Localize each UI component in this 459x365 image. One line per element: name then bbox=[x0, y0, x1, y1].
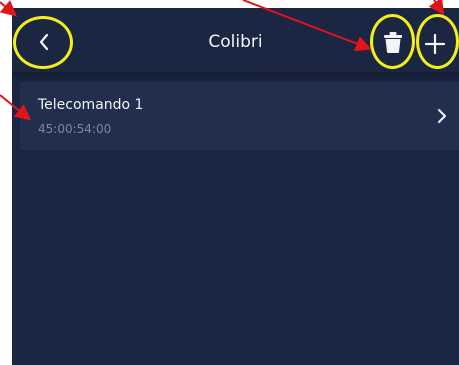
remote-name: Telecomando 1 bbox=[38, 97, 144, 113]
list-item[interactable]: Telecomando 1 45:00:54:00 bbox=[20, 82, 459, 150]
remote-code: 45:00:54:00 bbox=[38, 122, 112, 136]
chevron-right-icon bbox=[438, 109, 446, 123]
header-divider bbox=[12, 72, 459, 82]
add-highlight-circle bbox=[416, 14, 459, 69]
delete-highlight-circle bbox=[370, 14, 415, 69]
back-highlight-circle bbox=[13, 16, 73, 69]
